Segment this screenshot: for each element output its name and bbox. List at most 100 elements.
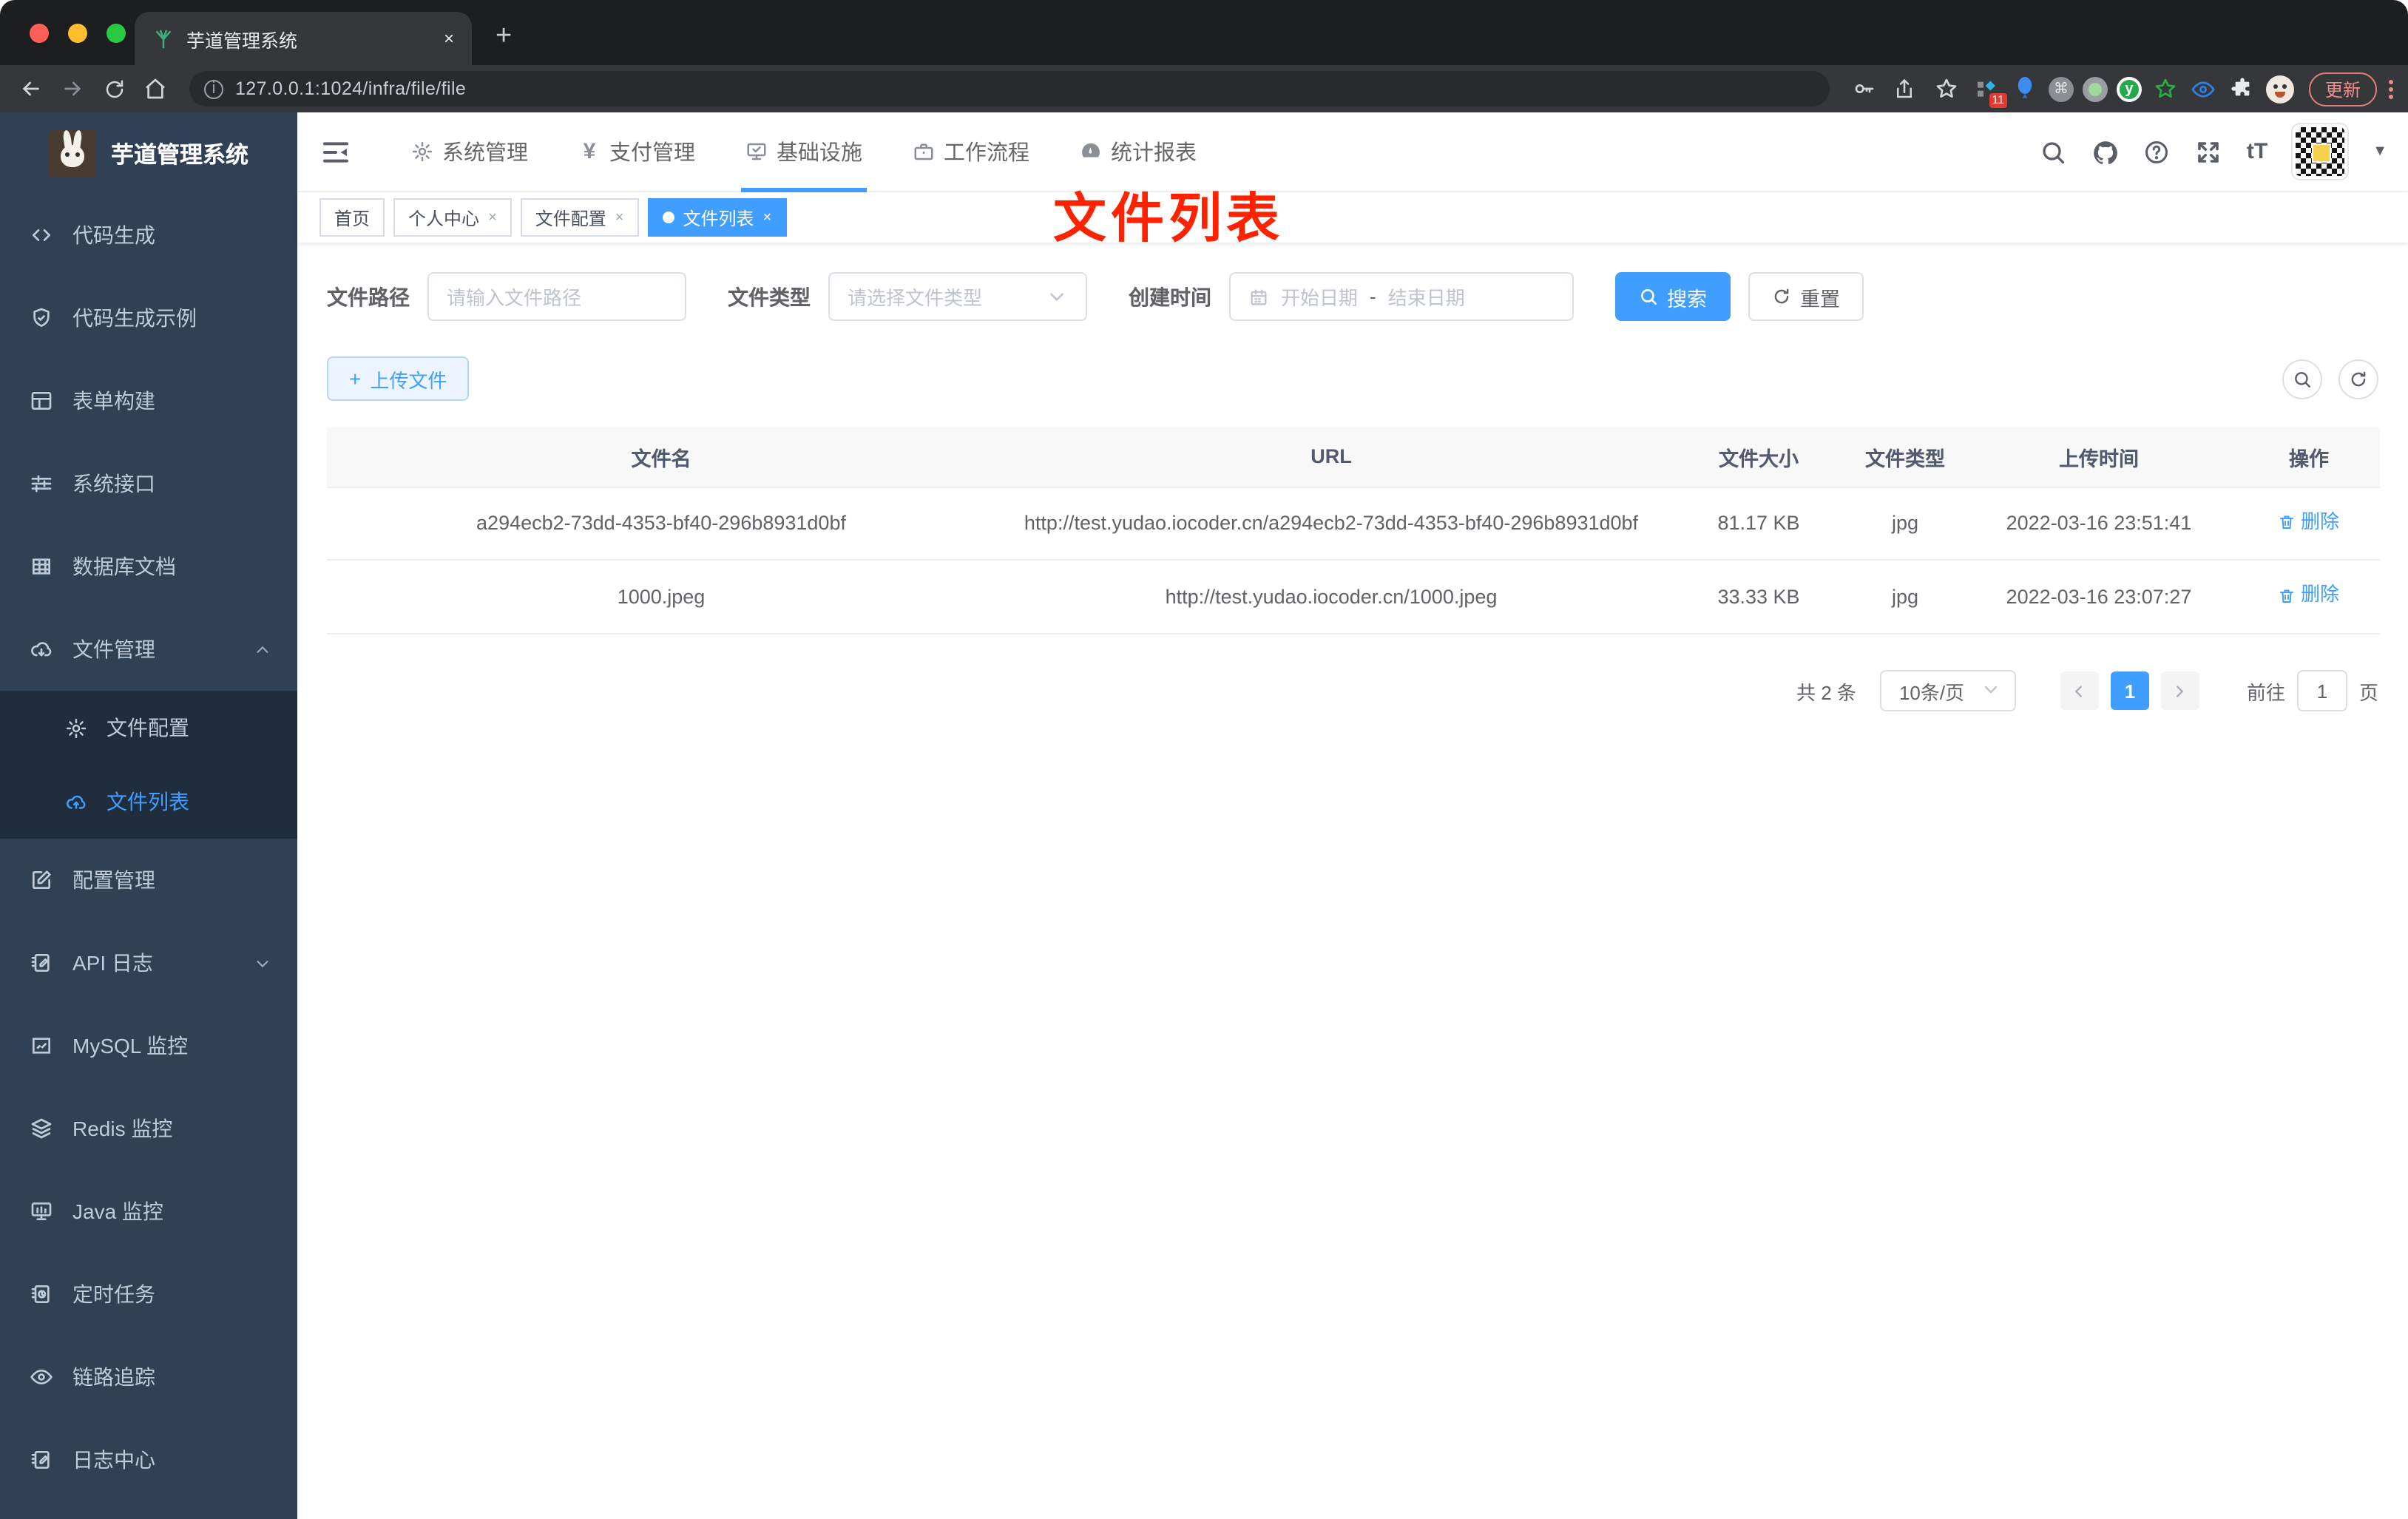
- tag-home[interactable]: 首页: [319, 198, 385, 237]
- delete-button[interactable]: 删除: [2279, 507, 2339, 538]
- sidebar-item-config-mgmt[interactable]: 配置管理: [0, 839, 297, 921]
- sidebar-item-label: Java 监控: [72, 1200, 163, 1223]
- password-key-icon[interactable]: [1847, 72, 1880, 105]
- sidebar-item-file-mgmt[interactable]: 文件管理: [0, 608, 297, 691]
- close-icon[interactable]: ×: [763, 209, 772, 226]
- cloud-download-icon: [30, 637, 53, 661]
- site-info-icon[interactable]: i: [204, 79, 223, 98]
- nav-infrastructure[interactable]: 基础设施: [720, 112, 887, 192]
- extension-eye-icon[interactable]: [2189, 74, 2219, 104]
- sidebar-item-mysql-monitor[interactable]: MySQL 监控: [0, 1004, 297, 1087]
- tab-close-icon[interactable]: ×: [444, 28, 454, 49]
- file-path-input[interactable]: 请输入文件路径: [427, 272, 686, 321]
- sidebar-item-scheduled-tasks[interactable]: 定时任务: [0, 1253, 297, 1336]
- sidebar-item-java-monitor[interactable]: Java 监控: [0, 1170, 297, 1253]
- search-icon[interactable]: [2040, 138, 2066, 165]
- extension-tasks-icon[interactable]: 11: [1972, 74, 2007, 108]
- refresh-table-button[interactable]: [2338, 359, 2378, 399]
- show-search-button[interactable]: [2282, 359, 2322, 399]
- bookmark-star-icon[interactable]: [1930, 72, 1963, 105]
- file-path-label: 文件路径: [327, 285, 410, 308]
- gauge-icon: [1080, 141, 1102, 163]
- tag-profile[interactable]: 个人中心 ×: [393, 198, 512, 237]
- home-icon[interactable]: [139, 72, 172, 105]
- sidebar-item-tracing[interactable]: 链路追踪: [0, 1336, 297, 1418]
- zoom-window-button[interactable]: [106, 24, 126, 43]
- file-type-select[interactable]: 请选择文件类型: [828, 272, 1087, 321]
- table-row: 1000.jpeg http://test.yudao.iocoder.cn/1…: [327, 560, 2380, 635]
- nav-payment-mgmt[interactable]: ¥ 支付管理: [553, 112, 720, 192]
- prev-page-button[interactable]: [2060, 671, 2099, 711]
- reload-icon[interactable]: [98, 72, 130, 105]
- avatar[interactable]: [2291, 123, 2350, 180]
- cloud-upload-icon: [65, 791, 87, 813]
- tag-label: 文件列表: [683, 208, 754, 229]
- page-size-select[interactable]: 10条/页: [1879, 670, 2016, 712]
- file-table: 文件名 URL 文件大小 文件类型 上传时间 操作 a294ecb2-73dd-…: [327, 427, 2380, 635]
- goto-page-input[interactable]: 1: [2296, 670, 2347, 712]
- sidebar-item-db-doc[interactable]: 数据库文档: [0, 525, 297, 608]
- chevron-down-icon: [254, 955, 271, 971]
- search-button[interactable]: 搜索: [1615, 272, 1731, 321]
- next-page-button[interactable]: [2160, 671, 2199, 711]
- range-separator: -: [1370, 285, 1376, 308]
- sidebar-item-system-api[interactable]: 系统接口: [0, 442, 297, 525]
- share-icon[interactable]: [1889, 72, 1921, 105]
- sidebar-item-form-builder[interactable]: 表单构建: [0, 359, 297, 442]
- extension-balloon-icon[interactable]: [2010, 74, 2040, 104]
- forward-icon[interactable]: [56, 72, 89, 105]
- address-bar[interactable]: i 127.0.0.1:1024/infra/file/file: [189, 71, 1830, 106]
- sidebar-collapse-icon[interactable]: [321, 137, 351, 166]
- profile-avatar-emoji[interactable]: [2265, 75, 2294, 103]
- fullscreen-icon[interactable]: [2195, 138, 2222, 165]
- extensions-puzzle-icon[interactable]: [2228, 74, 2257, 104]
- nav-workflow[interactable]: 工作流程: [887, 112, 1055, 192]
- upload-file-button[interactable]: + 上传文件: [327, 356, 470, 401]
- tag-file-config[interactable]: 文件配置 ×: [520, 198, 639, 237]
- extension-cmd-icon[interactable]: ⌘: [2048, 76, 2074, 101]
- browser-tab[interactable]: 芋道管理系统 ×: [135, 12, 472, 65]
- extension-star-icon[interactable]: [2151, 74, 2180, 104]
- sidebar-item-label: API 日志: [72, 951, 153, 975]
- tag-label: 个人中心: [408, 208, 480, 229]
- chrome-update-button[interactable]: 更新: [2308, 72, 2377, 106]
- sidebar-item-code-demo[interactable]: 代码生成示例: [0, 277, 297, 359]
- browser-menu-icon[interactable]: [2389, 79, 2393, 98]
- cell-file-size: 81.17 KB: [1667, 487, 1850, 561]
- page-content: 文件路径 请输入文件路径 文件类型 请选择文件类型 创建时间 开始日期 - 结束…: [297, 243, 2408, 712]
- sidebar-item-api-log[interactable]: API 日志: [0, 921, 297, 1004]
- close-icon[interactable]: ×: [488, 209, 497, 226]
- sidebar-item-file-list[interactable]: 文件列表: [0, 765, 297, 839]
- delete-button[interactable]: 删除: [2279, 581, 2339, 612]
- nav-reports[interactable]: 统计报表: [1055, 112, 1222, 192]
- sidebar-item-label: Redis 监控: [72, 1117, 173, 1140]
- search-icon: [1639, 287, 1658, 306]
- close-window-button[interactable]: [30, 24, 49, 43]
- caret-down-icon[interactable]: ▼: [2373, 143, 2387, 160]
- new-tab-button[interactable]: +: [496, 21, 512, 53]
- font-size-icon[interactable]: tT: [2247, 139, 2267, 164]
- placeholder-text: 请输入文件路径: [447, 287, 582, 309]
- sidebar-item-label: MySQL 监控: [72, 1034, 189, 1058]
- logo-image: [49, 129, 96, 177]
- tag-file-list[interactable]: 文件列表 ×: [647, 198, 787, 237]
- sidebar-item-label: 文件列表: [106, 790, 189, 813]
- nav-system-mgmt[interactable]: 系统管理: [386, 112, 553, 192]
- sidebar-item-file-config[interactable]: 文件配置: [0, 691, 297, 765]
- help-icon[interactable]: [2143, 138, 2170, 165]
- date-range-picker[interactable]: 开始日期 - 结束日期: [1229, 272, 1574, 321]
- github-icon[interactable]: [2091, 138, 2118, 165]
- form-grid-icon: [30, 389, 53, 413]
- minimize-window-button[interactable]: [68, 24, 87, 43]
- sidebar-logo[interactable]: 芋道管理系统: [0, 112, 297, 194]
- close-icon[interactable]: ×: [615, 209, 624, 226]
- sidebar-item-redis-monitor[interactable]: Redis 监控: [0, 1087, 297, 1170]
- reset-button[interactable]: 重置: [1748, 272, 1864, 321]
- extension-dot-icon[interactable]: [2082, 76, 2108, 101]
- page-number-current[interactable]: 1: [2110, 671, 2149, 711]
- sidebar-item-code-gen[interactable]: 代码生成: [0, 194, 297, 277]
- extension-y-icon[interactable]: y: [2116, 76, 2142, 101]
- sidebar-item-log-center[interactable]: 日志中心: [0, 1418, 297, 1501]
- back-icon[interactable]: [15, 72, 47, 105]
- table-filled-icon: [30, 555, 53, 578]
